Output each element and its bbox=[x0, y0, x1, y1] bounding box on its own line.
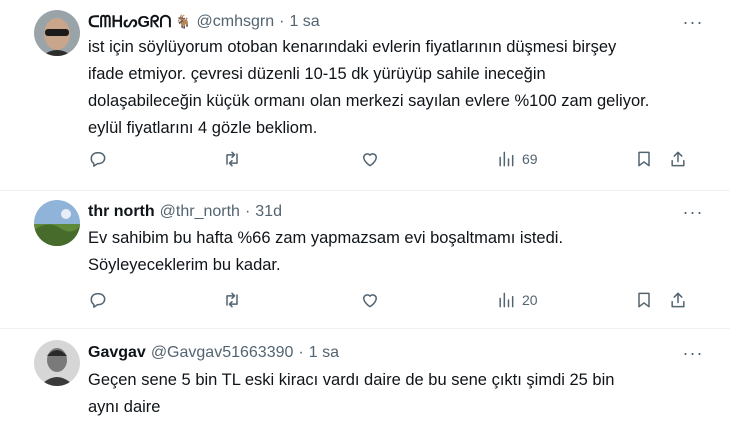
views-icon bbox=[499, 151, 514, 167]
views-button[interactable]: 20 bbox=[496, 288, 538, 312]
goat-emoji: 🐐 bbox=[175, 14, 192, 29]
tweet-text: Geçen sene 5 bin TL eski kiracı vardı da… bbox=[88, 367, 708, 421]
bookmark-button[interactable] bbox=[634, 147, 654, 171]
tweet-header: ᑕᗰᕼᔕGᖇᑎ 🐐 @cmhsgrn · 1 sa bbox=[88, 11, 320, 33]
like-icon bbox=[363, 153, 377, 167]
share-icon bbox=[671, 292, 685, 308]
tweet-text-line: Geçen sene 5 bin TL eski kiracı vardı da… bbox=[88, 371, 615, 389]
display-name[interactable]: thr north bbox=[88, 203, 155, 221]
bookmark-icon bbox=[638, 292, 650, 308]
retweet-icon bbox=[226, 292, 238, 308]
tweet-header: thr north @thr_north · 31d bbox=[88, 201, 282, 223]
reply-button[interactable] bbox=[88, 147, 108, 171]
avatar[interactable] bbox=[34, 200, 80, 246]
tweet-text-line: dolaşabileceğin küçük ormanı olan merkez… bbox=[88, 92, 650, 110]
display-name[interactable]: Gavgav bbox=[88, 344, 146, 362]
timestamp[interactable]: 31d bbox=[255, 203, 282, 221]
bookmark-button[interactable] bbox=[634, 288, 654, 312]
views-count: 69 bbox=[522, 151, 538, 167]
handle[interactable]: @thr_north bbox=[160, 203, 240, 221]
views-icon bbox=[499, 292, 514, 308]
retweet-icon bbox=[226, 151, 238, 167]
display-name[interactable]: ᑕᗰᕼᔕGᖇᑎ bbox=[88, 12, 171, 32]
share-icon bbox=[671, 151, 685, 167]
more-options-icon[interactable]: ··· bbox=[678, 11, 708, 33]
tweet-3[interactable]: Gavgav @Gavgav51663390 · 1 sa ··· Geçen … bbox=[0, 329, 730, 420]
tweet-text-line: ifade etmiyor. çevresi düzenli 10-15 dk … bbox=[88, 65, 546, 83]
retweet-button[interactable] bbox=[222, 147, 242, 171]
tweet-text-line: aynı daire bbox=[88, 398, 161, 416]
tweet-header: Gavgav @Gavgav51663390 · 1 sa bbox=[88, 342, 339, 364]
action-bar: 69 bbox=[88, 147, 708, 171]
reply-button[interactable] bbox=[88, 288, 108, 312]
separator: · bbox=[279, 13, 285, 30]
bookmark-icon bbox=[638, 151, 650, 167]
avatar[interactable] bbox=[34, 10, 80, 56]
tweet-text-line: Söyleyeceklerim bu kadar. bbox=[88, 256, 281, 274]
tweet-text-line: Ev sahibim bu hafta %66 zam yapmazsam ev… bbox=[88, 229, 564, 247]
separator: · bbox=[298, 344, 304, 361]
share-button[interactable] bbox=[668, 288, 688, 312]
tweet-text: Ev sahibim bu hafta %66 zam yapmazsam ev… bbox=[88, 225, 708, 279]
separator: · bbox=[244, 203, 251, 220]
timestamp[interactable]: 1 sa bbox=[309, 344, 339, 362]
share-button[interactable] bbox=[668, 147, 688, 171]
reply-icon bbox=[90, 152, 106, 167]
like-icon bbox=[363, 294, 377, 308]
retweet-button[interactable] bbox=[222, 288, 242, 312]
timestamp[interactable]: 1 sa bbox=[289, 13, 319, 31]
tweet-text-line: ist için söylüyorum otoban kenarındaki e… bbox=[88, 38, 617, 56]
more-options-icon[interactable]: ··· bbox=[678, 201, 708, 223]
avatar[interactable] bbox=[34, 340, 80, 386]
handle[interactable]: @cmhsgrn bbox=[197, 13, 275, 31]
views-button[interactable]: 69 bbox=[496, 147, 538, 171]
tweet-text: ist için söylüyorum otoban kenarındaki e… bbox=[88, 34, 708, 142]
tweet-text-line: eylül fiyatlarını 4 gözle bekliom. bbox=[88, 119, 318, 137]
action-bar: 20 bbox=[88, 288, 708, 312]
views-count: 20 bbox=[522, 292, 538, 308]
like-button[interactable] bbox=[360, 147, 380, 171]
like-button[interactable] bbox=[360, 288, 380, 312]
tweet-1[interactable]: ᑕᗰᕼᔕGᖇᑎ 🐐 @cmhsgrn · 1 sa ··· ist için s… bbox=[0, 0, 730, 190]
tweet-2[interactable]: thr north @thr_north · 31d ··· Ev sahibi… bbox=[0, 191, 730, 328]
handle[interactable]: @Gavgav51663390 bbox=[151, 344, 294, 362]
reply-icon bbox=[90, 293, 106, 308]
more-options-icon[interactable]: ··· bbox=[678, 342, 708, 364]
